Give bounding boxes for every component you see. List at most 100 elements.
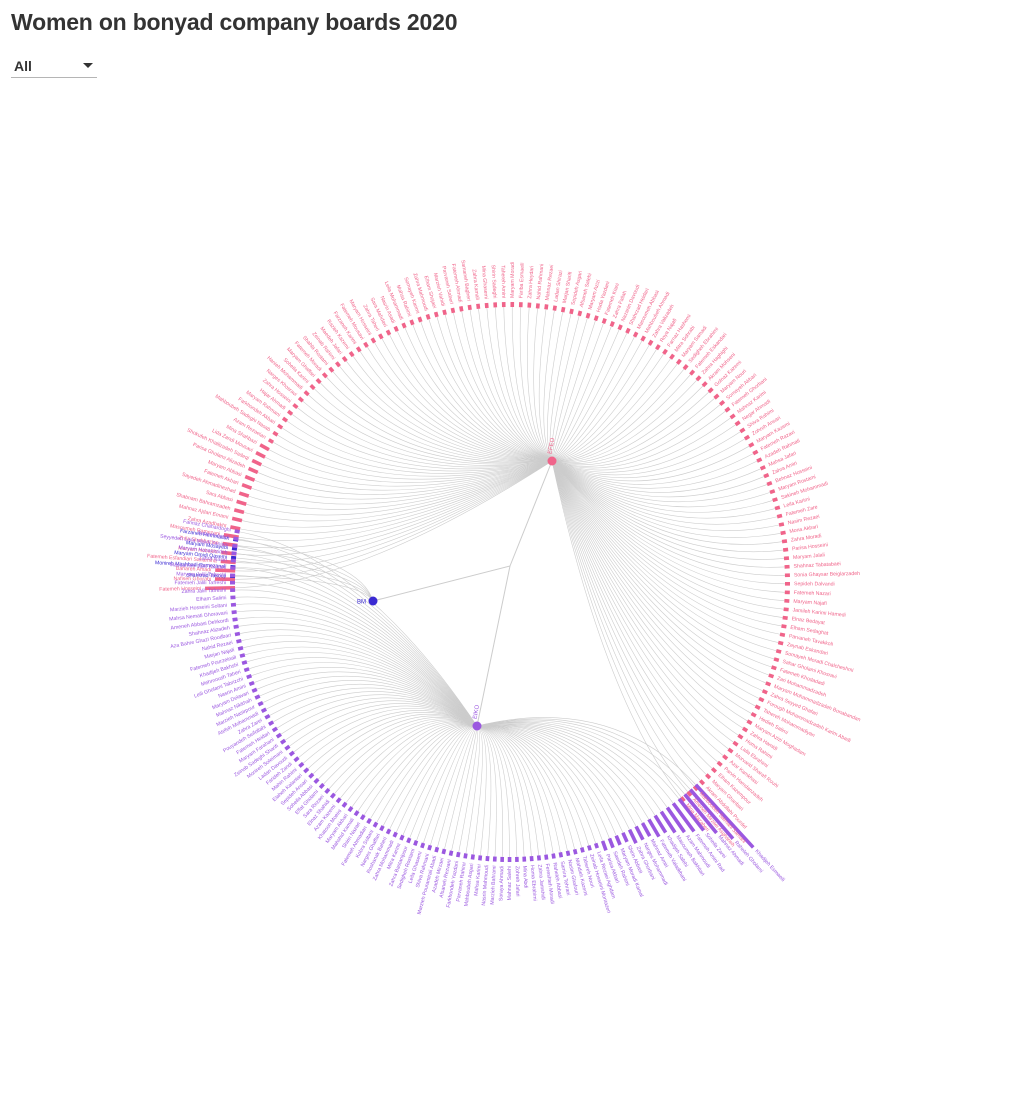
member-bar[interactable]	[353, 810, 360, 817]
member-bar[interactable]	[448, 850, 454, 856]
member-bar[interactable]	[782, 547, 789, 552]
member-bar[interactable]	[248, 680, 255, 687]
member-bar[interactable]	[675, 358, 682, 365]
member-bar[interactable]	[784, 573, 790, 578]
member-bar[interactable]	[493, 302, 498, 308]
member-bar[interactable]	[233, 536, 239, 541]
member-bar[interactable]	[231, 516, 243, 523]
member-bar[interactable]	[251, 687, 258, 693]
member-bar[interactable]	[569, 308, 574, 315]
member-bar[interactable]	[257, 700, 264, 707]
member-bar[interactable]	[759, 465, 766, 471]
member-bar[interactable]	[476, 303, 481, 310]
member-bar[interactable]	[459, 306, 464, 312]
member-bar[interactable]	[781, 624, 787, 629]
member-bar[interactable]	[441, 848, 447, 855]
member-bar[interactable]	[492, 856, 497, 862]
member-bar[interactable]	[577, 310, 583, 317]
member-bar[interactable]	[264, 713, 271, 720]
member-bar[interactable]	[729, 413, 736, 420]
member-bar[interactable]	[783, 607, 789, 612]
member-bar[interactable]	[768, 673, 775, 679]
member-bar[interactable]	[275, 732, 282, 739]
member-bar[interactable]	[231, 610, 237, 615]
member-bar[interactable]	[758, 696, 765, 703]
member-bar[interactable]	[239, 653, 246, 658]
member-bar[interactable]	[782, 615, 788, 620]
member-bar[interactable]	[260, 707, 267, 714]
member-bar[interactable]	[255, 450, 266, 459]
member-bar[interactable]	[241, 483, 253, 490]
member-bar[interactable]	[775, 649, 782, 654]
member-bar[interactable]	[385, 828, 392, 835]
member-bar[interactable]	[601, 318, 607, 324]
member-bar[interactable]	[271, 726, 278, 733]
member-bar[interactable]	[238, 491, 250, 498]
member-bar[interactable]	[770, 665, 777, 671]
member-bar[interactable]	[766, 480, 773, 487]
member-bar[interactable]	[761, 689, 768, 695]
member-bar[interactable]	[593, 315, 599, 322]
member-bar[interactable]	[510, 301, 515, 308]
member-bar[interactable]	[450, 307, 456, 314]
member-bar[interactable]	[776, 513, 783, 519]
member-bar[interactable]	[558, 852, 564, 858]
member-bar[interactable]	[777, 640, 784, 646]
member-bar[interactable]	[552, 305, 557, 311]
member-bar[interactable]	[614, 834, 622, 846]
member-bar[interactable]	[781, 539, 788, 544]
member-bar[interactable]	[772, 497, 778, 503]
member-bar[interactable]	[665, 806, 686, 834]
member-bar[interactable]	[732, 740, 739, 747]
member-bar[interactable]	[355, 346, 362, 353]
member-bar[interactable]	[463, 853, 468, 859]
member-bar[interactable]	[535, 303, 540, 309]
member-bar[interactable]	[773, 657, 780, 663]
member-bar[interactable]	[247, 466, 259, 475]
member-bar[interactable]	[244, 474, 256, 482]
member-bar[interactable]	[500, 856, 505, 862]
member-bar[interactable]	[746, 719, 753, 726]
member-bar[interactable]	[634, 825, 645, 841]
member-bar[interactable]	[774, 505, 781, 511]
member-bar[interactable]	[748, 442, 755, 448]
member-bar[interactable]	[640, 335, 646, 342]
member-bar[interactable]	[399, 834, 405, 841]
member-bar[interactable]	[267, 438, 275, 444]
member-bar[interactable]	[347, 805, 354, 813]
member-bar[interactable]	[527, 302, 532, 308]
hub-node[interactable]	[547, 456, 557, 466]
member-bar[interactable]	[268, 720, 275, 726]
member-bar[interactable]	[379, 825, 385, 832]
member-bar[interactable]	[246, 674, 253, 680]
member-bar[interactable]	[277, 423, 284, 430]
member-bar[interactable]	[284, 744, 291, 751]
member-bar[interactable]	[669, 353, 675, 360]
member-bar[interactable]	[739, 427, 746, 434]
member-bar[interactable]	[237, 646, 244, 651]
member-bar[interactable]	[232, 617, 238, 622]
member-bar[interactable]	[647, 339, 654, 346]
member-bar[interactable]	[425, 313, 431, 320]
member-bar[interactable]	[632, 331, 639, 338]
member-bar[interactable]	[515, 856, 519, 862]
member-bar[interactable]	[385, 329, 392, 336]
member-bar[interactable]	[784, 582, 791, 586]
member-bar[interactable]	[485, 855, 490, 862]
member-bar[interactable]	[233, 508, 245, 515]
member-bar[interactable]	[272, 430, 279, 437]
member-bar[interactable]	[241, 660, 248, 666]
member-bar[interactable]	[409, 319, 415, 326]
member-bar[interactable]	[234, 631, 241, 637]
member-bar[interactable]	[281, 416, 289, 423]
member-bar[interactable]	[625, 327, 631, 334]
member-bar[interactable]	[456, 851, 461, 858]
member-bar[interactable]	[727, 747, 734, 754]
member-bar[interactable]	[560, 306, 566, 313]
member-bar[interactable]	[741, 726, 749, 733]
member-bar[interactable]	[259, 443, 270, 452]
member-bar[interactable]	[236, 638, 242, 644]
member-bar[interactable]	[232, 543, 238, 549]
member-bar[interactable]	[743, 434, 751, 441]
member-bar[interactable]	[287, 409, 294, 416]
